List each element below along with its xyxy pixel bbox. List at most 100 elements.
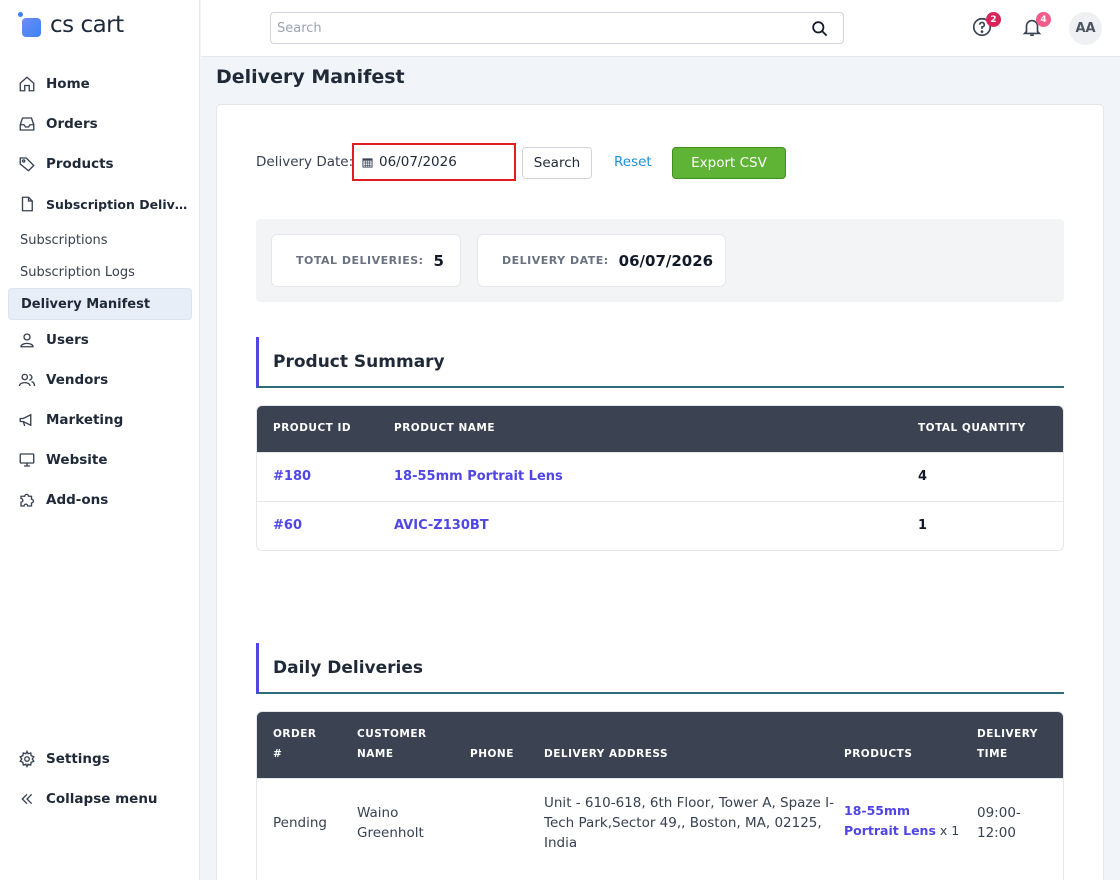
delivery-product-link-2[interactable]: Portrait Lens xyxy=(844,823,936,838)
table-row: Pending Waino Greenholt Unit - 610-618, … xyxy=(257,778,1063,868)
sidebar-item-vendors[interactable]: Vendors xyxy=(8,364,192,396)
col-time-1: DELIVERY xyxy=(977,728,1038,740)
col-order-1: ORDER xyxy=(273,728,317,740)
daily-deliveries-table: ORDER # CUSTOMER NAME PHONE DELIVERY ADD… xyxy=(256,711,1064,880)
reset-link[interactable]: Reset xyxy=(614,154,652,170)
delivery-product-qty: x 1 xyxy=(939,823,960,838)
table-row: #180 18-55mm Portrait Lens 4 xyxy=(257,452,1063,501)
delivery-time-end: 12:00 xyxy=(977,825,1016,841)
stats-bar: TOTAL DELIVERIES: 5 DELIVERY DATE: 06/07… xyxy=(256,219,1064,302)
collapse-menu-button[interactable]: Collapse menu xyxy=(8,783,192,815)
product-qty: 4 xyxy=(918,469,928,484)
customer-last-name: Greenholt xyxy=(357,825,424,841)
sidebar-item-label: Add-ons xyxy=(46,492,109,508)
col-phone: PHONE xyxy=(470,748,514,760)
notifications-button[interactable]: 4 xyxy=(1021,12,1051,40)
help-badge: 2 xyxy=(986,12,1001,27)
export-csv-button[interactable]: Export CSV xyxy=(672,147,786,179)
delivery-date-stat-label: DELIVERY DATE: xyxy=(502,254,609,267)
double-chevron-left-icon xyxy=(17,789,37,809)
table-header: ORDER # CUSTOMER NAME PHONE DELIVERY ADD… xyxy=(257,712,1063,778)
monitor-icon xyxy=(17,450,37,470)
sidebar-item-website[interactable]: Website xyxy=(8,444,192,476)
search-input[interactable] xyxy=(271,13,791,43)
sidebar-item-products[interactable]: Products xyxy=(8,148,192,180)
sidebar-subitem-subscriptions[interactable]: Subscriptions xyxy=(8,224,192,256)
logo[interactable]: cs cart xyxy=(18,12,124,38)
col-order-2: # xyxy=(273,748,283,760)
table-header: PRODUCT ID PRODUCT NAME TOTAL QUANTITY xyxy=(257,406,1063,452)
delivery-date-stat-value: 06/07/2026 xyxy=(618,251,714,270)
puzzle-icon xyxy=(17,490,37,510)
product-name-link[interactable]: 18-55mm Portrait Lens xyxy=(394,469,563,484)
gear-icon xyxy=(17,749,37,769)
address-line-2: Tech Park,Sector 49,, Boston, MA, 02125, xyxy=(544,815,822,831)
search-icon[interactable] xyxy=(810,19,829,42)
delivery-time-start: 09:00- xyxy=(977,805,1021,821)
col-address: DELIVERY ADDRESS xyxy=(544,748,669,760)
logo-mark-icon xyxy=(18,12,44,38)
calendar-icon xyxy=(362,153,373,172)
delivery-date-input[interactable] xyxy=(379,154,499,170)
delivery-product-line-2: Portrait Lens x 1 xyxy=(844,821,959,841)
sidebar-item-label: Collapse menu xyxy=(46,791,158,807)
customer-first-name: Waino xyxy=(357,805,399,821)
topbar: 2 4 AA xyxy=(201,0,1120,57)
col-customer-2: NAME xyxy=(357,748,394,760)
total-deliveries-label: TOTAL DELIVERIES: xyxy=(296,254,424,267)
sidebar-item-orders[interactable]: Orders xyxy=(8,108,192,140)
total-deliveries-card: TOTAL DELIVERIES: 5 xyxy=(271,234,461,287)
page-title: Delivery Manifest xyxy=(216,66,405,88)
address-line-1: Unit - 610-618, 6th Floor, Tower A, Spaz… xyxy=(544,795,834,811)
inbox-icon xyxy=(17,114,37,134)
sidebar-item-addons[interactable]: Add-ons xyxy=(8,484,192,516)
sidebar-item-label: Orders xyxy=(46,116,98,132)
home-icon xyxy=(17,74,37,94)
product-qty: 1 xyxy=(918,518,928,533)
daily-deliveries-title: Daily Deliveries xyxy=(256,643,1064,694)
col-customer-1: CUSTOMER xyxy=(357,728,427,740)
sidebar-item-label: Home xyxy=(46,76,90,92)
total-deliveries-value: 5 xyxy=(433,251,444,270)
product-name-link[interactable]: AVIC-Z130BT xyxy=(394,518,489,533)
col-time-2: TIME xyxy=(977,748,1008,760)
sidebar-item-label: Vendors xyxy=(46,372,109,388)
table-row: #60 AVIC-Z130BT 1 xyxy=(257,501,1063,550)
sidebar-subitem-delivery-manifest[interactable]: Delivery Manifest xyxy=(8,288,192,320)
sidebar: cs cart Home Orders Products Subscriptio… xyxy=(0,0,200,880)
delivery-product-link[interactable]: 18-55mm xyxy=(844,801,910,821)
address-line-3: India xyxy=(544,835,578,851)
sidebar-item-settings[interactable]: Settings xyxy=(8,743,192,775)
sidebar-item-users[interactable]: Users xyxy=(8,324,192,356)
product-summary-table: PRODUCT ID PRODUCT NAME TOTAL QUANTITY #… xyxy=(256,405,1064,551)
sidebar-item-label: Website xyxy=(46,452,108,468)
sidebar-item-subscription-delivery[interactable]: Subscription Delivery Manifest xyxy=(8,188,192,220)
order-status: Pending xyxy=(273,815,327,831)
users-icon xyxy=(17,370,37,390)
col-product-id: PRODUCT ID xyxy=(273,422,352,434)
megaphone-icon xyxy=(17,410,37,430)
delivery-date-field[interactable] xyxy=(352,143,516,181)
tag-icon xyxy=(17,154,37,174)
sidebar-subitem-subscription-logs[interactable]: Subscription Logs xyxy=(8,256,192,288)
sidebar-item-label: Users xyxy=(46,332,89,348)
search-box xyxy=(270,12,844,44)
sidebar-item-label: Marketing xyxy=(46,412,124,428)
search-button[interactable]: Search xyxy=(522,147,592,179)
avatar[interactable]: AA xyxy=(1069,12,1102,45)
sidebar-item-label: Subscription Delivery Manifest xyxy=(46,196,191,212)
product-id-link[interactable]: #180 xyxy=(273,469,311,484)
col-products: PRODUCTS xyxy=(844,748,913,760)
user-icon xyxy=(17,330,37,350)
logo-text: cs cart xyxy=(50,12,124,38)
col-product-name: PRODUCT NAME xyxy=(394,422,496,434)
col-total-quantity: TOTAL QUANTITY xyxy=(918,422,1026,434)
sidebar-item-marketing[interactable]: Marketing xyxy=(8,404,192,436)
help-button[interactable]: 2 xyxy=(971,12,1001,40)
sidebar-item-home[interactable]: Home xyxy=(8,68,192,100)
product-id-link[interactable]: #60 xyxy=(273,518,302,533)
delivery-date-label: Delivery Date: xyxy=(256,154,354,170)
product-summary-title: Product Summary xyxy=(256,337,1064,388)
delivery-date-card: DELIVERY DATE: 06/07/2026 xyxy=(477,234,726,287)
notifications-badge: 4 xyxy=(1036,12,1051,27)
